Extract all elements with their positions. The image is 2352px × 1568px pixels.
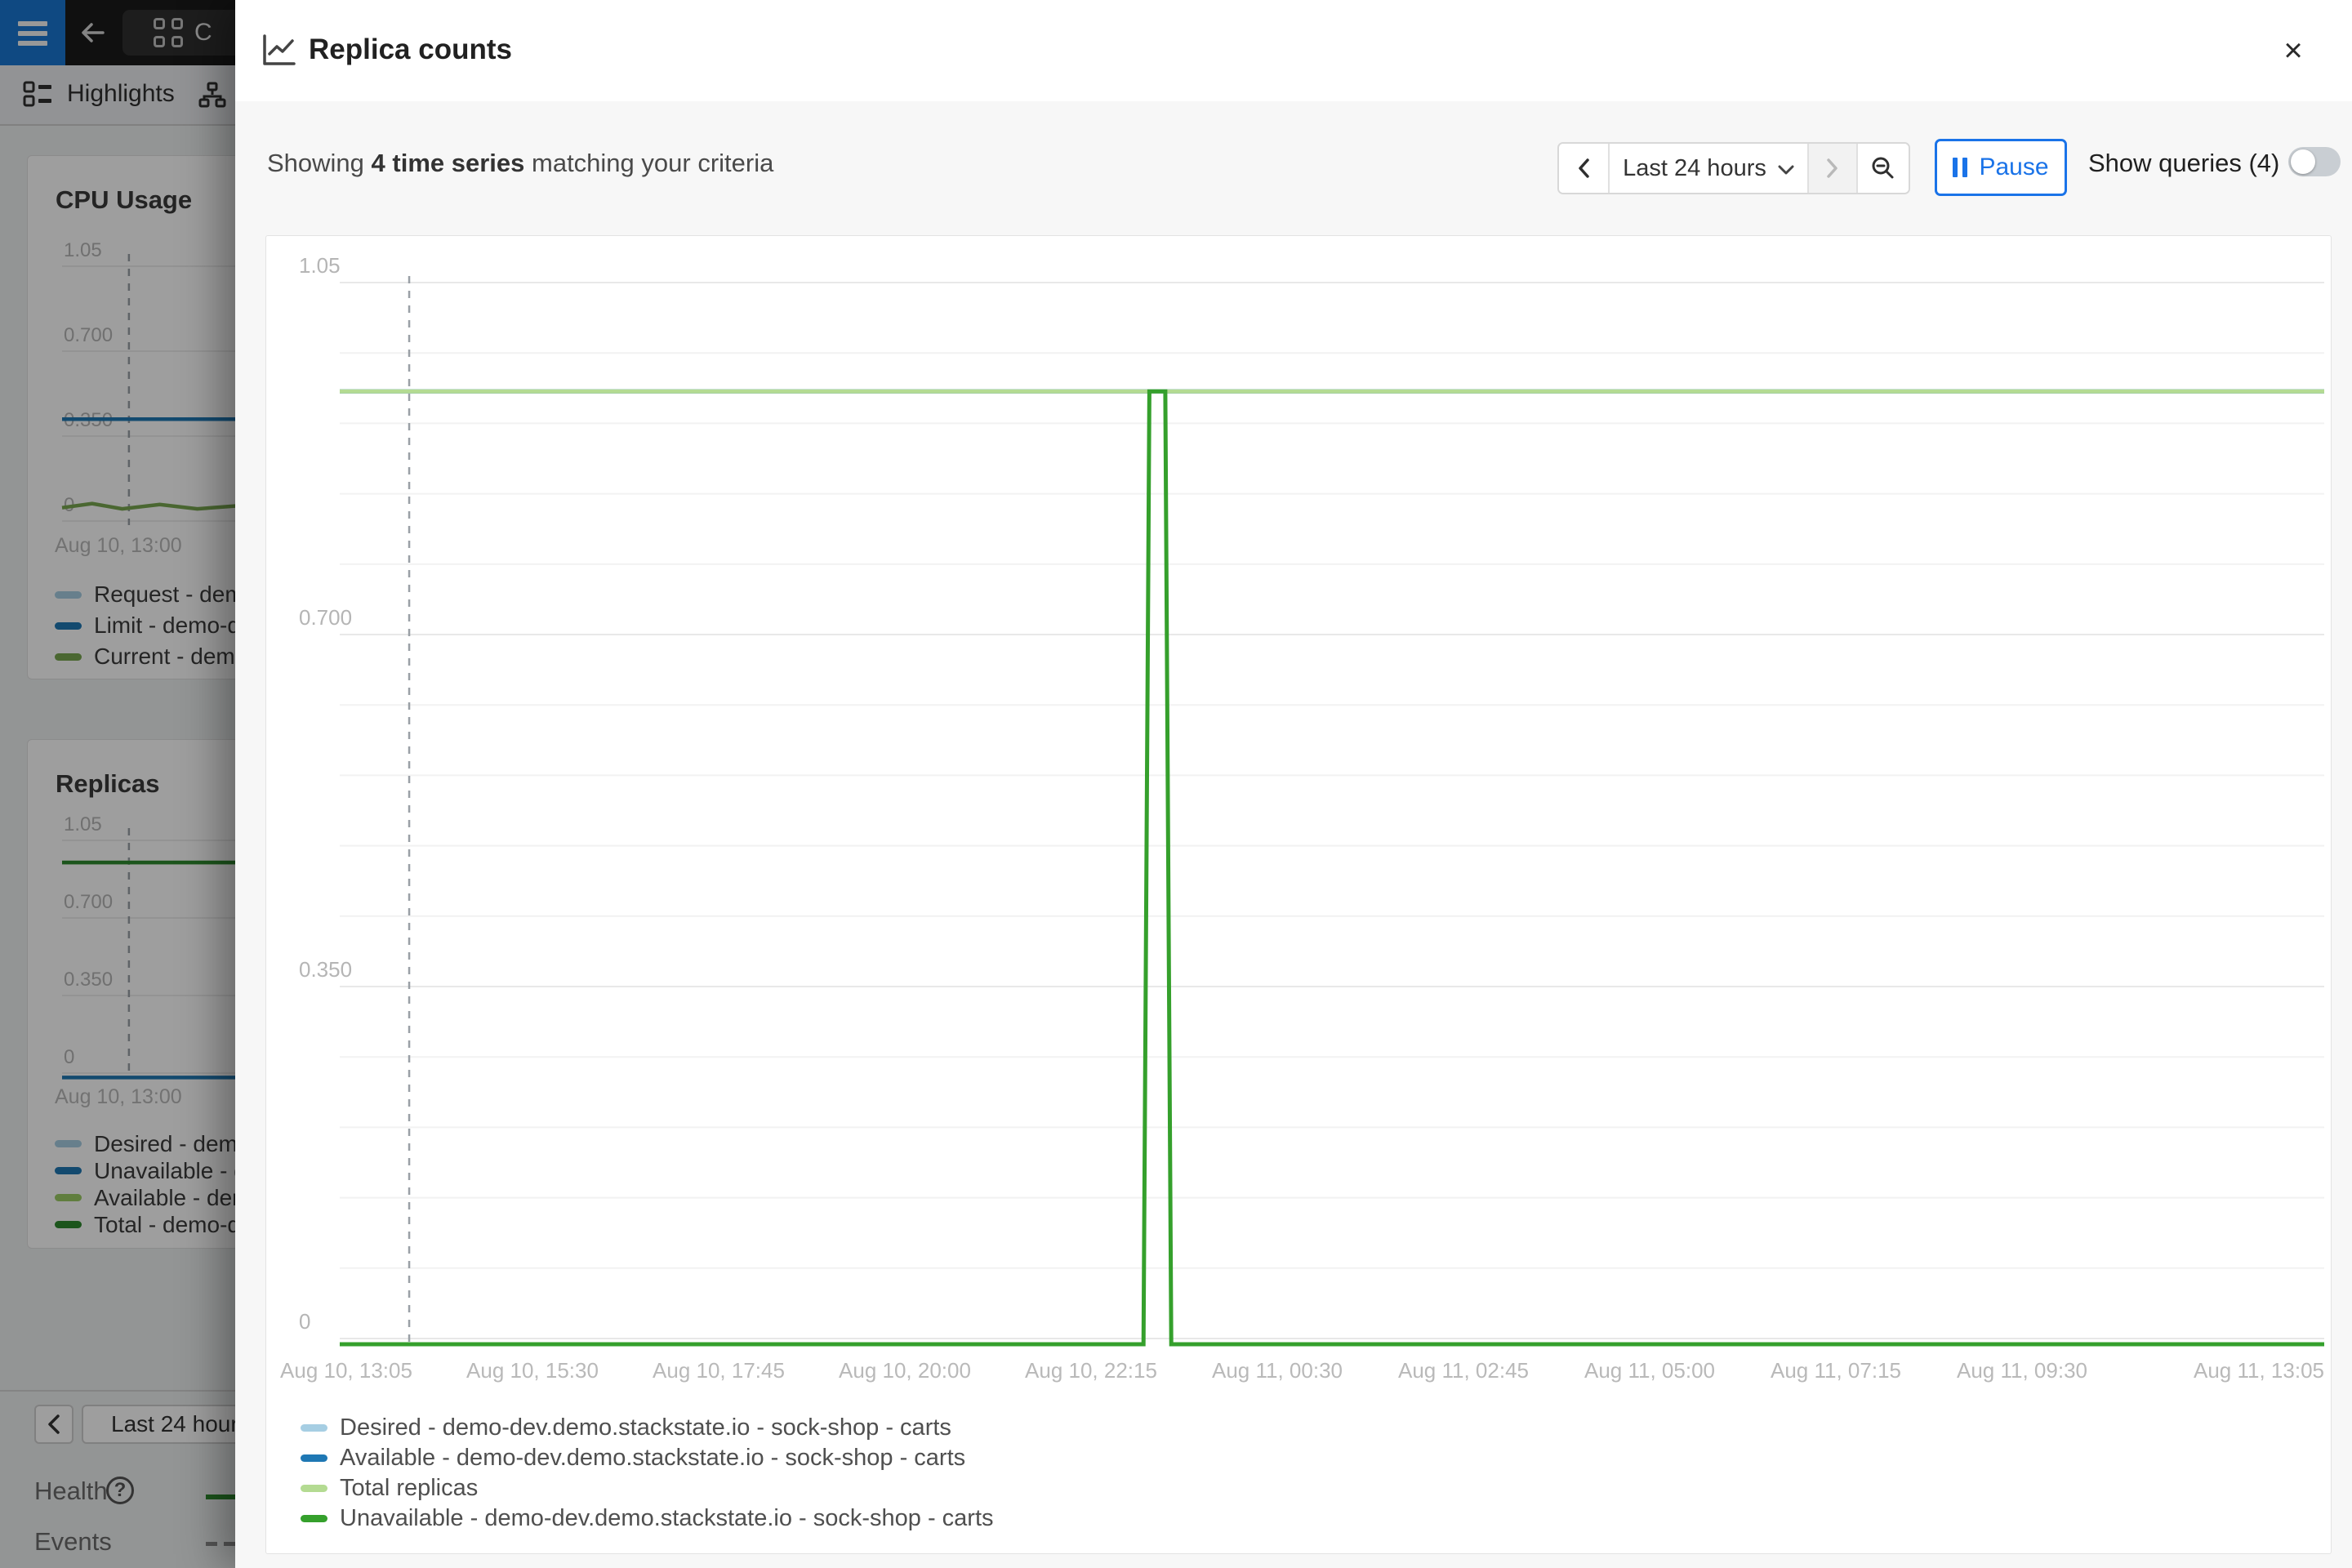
svg-text:Aug 10, 20:00: Aug 10, 20:00: [839, 1358, 971, 1383]
svg-text:Aug 11, 05:00: Aug 11, 05:00: [1584, 1358, 1715, 1383]
svg-text:Aug 10, 15:30: Aug 10, 15:30: [466, 1358, 599, 1383]
svg-text:0.700: 0.700: [299, 605, 352, 630]
show-queries-toggle[interactable]: [2288, 147, 2341, 176]
svg-text:Aug 11, 07:15: Aug 11, 07:15: [1771, 1358, 1901, 1383]
svg-text:Aug 10, 13:05: Aug 10, 13:05: [280, 1358, 412, 1383]
modal-body: Showing 4 time series matching your crit…: [235, 101, 2352, 1568]
app-root: C Highlights: [0, 0, 2352, 1568]
modal-header: Replica counts ×: [235, 0, 2352, 101]
svg-text:Aug 10, 17:45: Aug 10, 17:45: [653, 1358, 785, 1383]
line-chart-icon: [261, 34, 296, 71]
svg-text:1.05: 1.05: [299, 253, 341, 278]
time-step-forward-button[interactable]: [1809, 144, 1858, 193]
close-icon[interactable]: ×: [2275, 33, 2311, 69]
legend-item[interactable]: Total replicas: [301, 1473, 994, 1503]
toggle-knob: [2291, 149, 2315, 174]
pause-icon: [1953, 158, 1967, 177]
chart-legend: Desired - demo-dev.demo.stackstate.io - …: [301, 1413, 994, 1534]
replica-counts-modal: Replica counts × Showing 4 time series m…: [235, 0, 2352, 1568]
svg-text:Aug 11, 09:30: Aug 11, 09:30: [1957, 1358, 2087, 1383]
modal-backdrop[interactable]: [0, 0, 235, 1568]
chevron-down-icon: [1778, 165, 1794, 176]
svg-text:Aug 11, 02:45: Aug 11, 02:45: [1398, 1358, 1529, 1383]
show-queries-label: Show queries (4): [2088, 149, 2279, 178]
legend-swatch: [301, 1515, 327, 1522]
zoom-out-icon: [1871, 156, 1895, 180]
chevron-right-icon: [1826, 158, 1839, 178]
legend-swatch: [301, 1424, 327, 1432]
pause-button[interactable]: Pause: [1935, 139, 2067, 196]
svg-text:0: 0: [299, 1309, 310, 1334]
replica-counts-chart[interactable]: 1.05 0.700 0.350 0 Aug 10, 13:05 Aug 10, 15:3…: [266, 236, 2332, 1404]
svg-text:Aug 10, 22:15: Aug 10, 22:15: [1025, 1358, 1157, 1383]
legend-item[interactable]: Available - demo-dev.demo.stackstate.io …: [301, 1443, 994, 1473]
time-range-dropdown[interactable]: Last 24 hours: [1610, 144, 1809, 193]
legend-swatch: [301, 1454, 327, 1462]
time-step-back-button[interactable]: [1559, 144, 1610, 193]
svg-text:0.350: 0.350: [299, 957, 352, 982]
chart-controls: Last 24 hours: [235, 101, 2352, 207]
time-range-value: Last 24 hours: [1623, 155, 1766, 182]
svg-text:Aug 11, 00:30: Aug 11, 00:30: [1212, 1358, 1343, 1383]
replica-counts-chart-panel: 1.05 0.700 0.350 0 Aug 10, 13:05 Aug 10, 15:3…: [265, 235, 2332, 1554]
modal-title: Replica counts: [309, 33, 512, 66]
legend-item[interactable]: Unavailable - demo-dev.demo.stackstate.i…: [301, 1503, 994, 1534]
svg-text:Aug 11, 13:05: Aug 11, 13:05: [2194, 1358, 2324, 1383]
chevron-left-icon: [1577, 158, 1590, 178]
zoom-out-button[interactable]: [1858, 144, 1909, 193]
legend-swatch: [301, 1485, 327, 1492]
time-navigation-group: Last 24 hours: [1557, 142, 1910, 194]
legend-item[interactable]: Desired - demo-dev.demo.stackstate.io - …: [301, 1413, 994, 1443]
